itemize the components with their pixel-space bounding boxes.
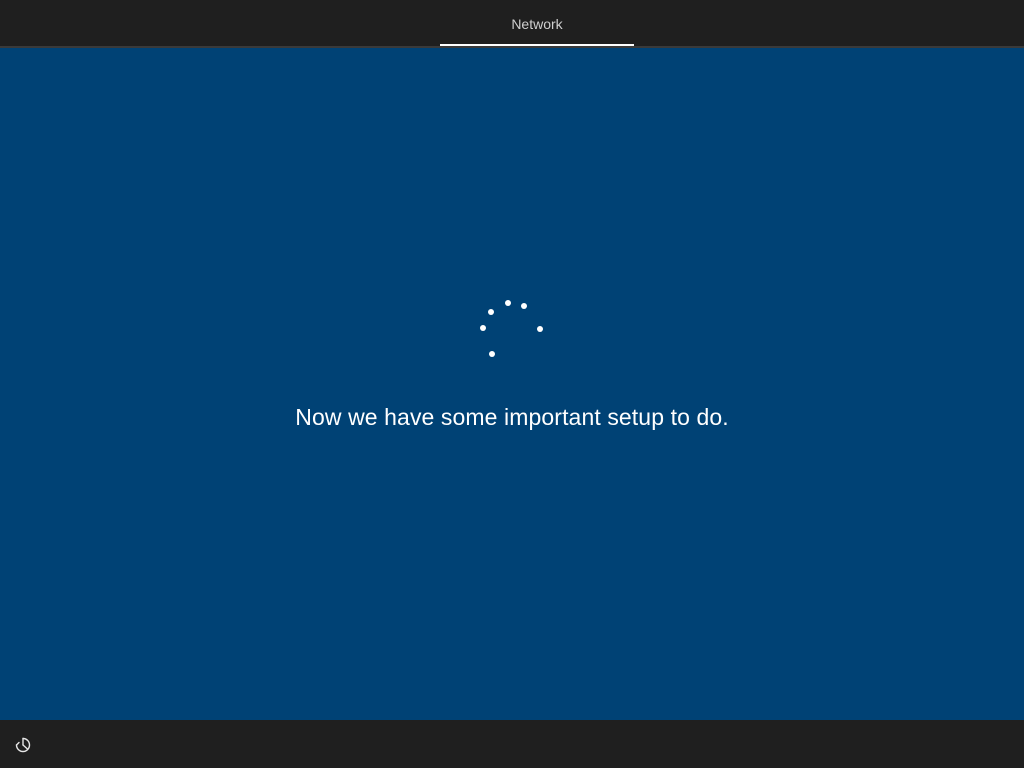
ease-of-access-icon (15, 737, 31, 753)
setup-status-message: Now we have some important setup to do. (295, 404, 729, 430)
step-tab-label: Network (511, 16, 563, 32)
loading-spinner-icon (480, 300, 543, 357)
bottom-bar (0, 720, 1024, 768)
setup-content-area: Now we have some important setup to do. (0, 48, 1024, 746)
ease-of-access-button[interactable] (12, 734, 34, 756)
oobe-screen: Network Now we have some important setup… (0, 0, 1024, 768)
step-tab-network: Network (440, 0, 634, 47)
top-step-bar: Network (0, 0, 1024, 48)
